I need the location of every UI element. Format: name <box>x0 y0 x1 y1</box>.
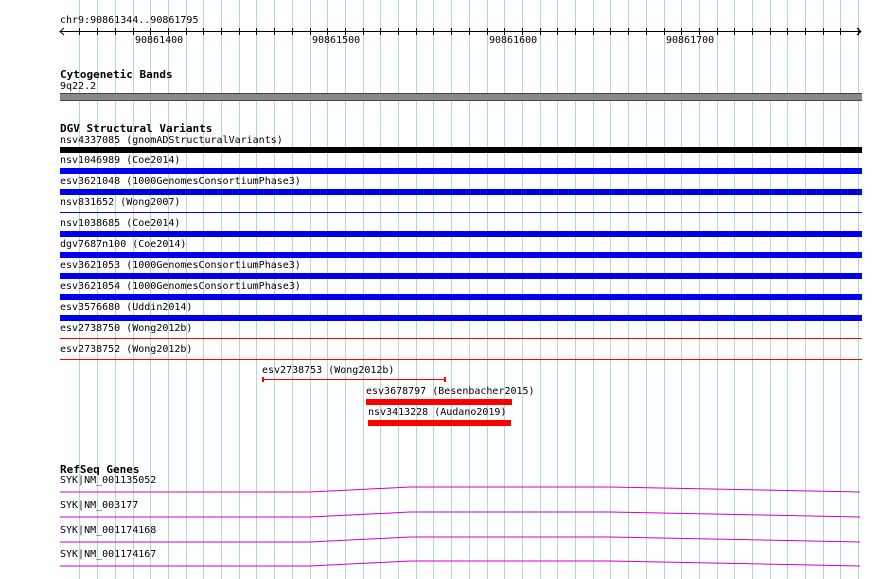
variant-bar-start-cap <box>262 377 264 382</box>
variant-label[interactable]: nsv3413228 (Audano2019) <box>368 407 506 419</box>
variant-bar[interactable] <box>263 379 446 380</box>
cytoband-label: 9q22.2 <box>60 81 97 92</box>
variant-label[interactable]: esv3678797 (Besenbacher2015) <box>366 386 535 398</box>
variant-bar[interactable] <box>60 252 862 258</box>
cytoband-bar[interactable] <box>60 93 862 101</box>
variant-bar[interactable] <box>60 168 862 174</box>
gene-model[interactable] <box>60 536 862 544</box>
gene-model[interactable] <box>60 486 862 494</box>
variant-label[interactable]: esv3576680 (Uddin2014) <box>60 302 192 314</box>
variant-bar[interactable] <box>60 189 862 195</box>
variant-bar[interactable] <box>366 399 512 405</box>
variant-bar[interactable] <box>60 315 862 321</box>
gene-model[interactable] <box>60 511 862 519</box>
variant-bar[interactable] <box>60 147 862 153</box>
variant-label[interactable]: dgv7687n100 (Coe2014) <box>60 239 186 251</box>
gene-model[interactable] <box>60 560 862 568</box>
variant-label[interactable]: esv2738750 (Wong2012b) <box>60 323 192 335</box>
variant-label[interactable]: esv3621054 (1000GenomesConsortiumPhase3) <box>60 281 301 293</box>
variant-bar[interactable] <box>60 231 862 237</box>
variant-bar-end-cap <box>444 377 446 382</box>
variant-bar[interactable] <box>60 212 862 213</box>
ruler-tick-label: 90861600 <box>489 35 538 46</box>
variant-label[interactable]: nsv4337085 (gnomADStructuralVariants) <box>60 135 283 147</box>
variant-label[interactable]: nsv1038685 (Coe2014) <box>60 218 180 230</box>
ruler-tick-label: 90861700 <box>666 35 715 46</box>
variant-bar[interactable] <box>60 273 862 279</box>
variant-bar[interactable] <box>60 338 862 339</box>
variant-label[interactable]: esv3621053 (1000GenomesConsortiumPhase3) <box>60 260 301 272</box>
ruler-tick-label: 90861500 <box>312 35 361 46</box>
variant-label[interactable]: nsv1046989 (Coe2014) <box>60 155 180 167</box>
variant-bar[interactable] <box>60 359 862 360</box>
variant-label[interactable]: nsv831652 (Wong2007) <box>60 197 180 209</box>
variant-label[interactable]: esv2738752 (Wong2012b) <box>60 344 192 356</box>
variant-label[interactable]: esv3621048 (1000GenomesConsortiumPhase3) <box>60 176 301 188</box>
ruler-tick-label: 90861400 <box>135 35 184 46</box>
variant-bar[interactable] <box>60 294 862 300</box>
ruler-axis <box>59 27 862 36</box>
variant-label[interactable]: esv2738753 (Wong2012b) <box>262 365 394 377</box>
dgv-track-title[interactable]: DGV Structural Variants <box>60 122 212 135</box>
cytoband-track-title[interactable]: Cytogenetic Bands <box>60 68 173 81</box>
variant-bar[interactable] <box>368 420 511 426</box>
